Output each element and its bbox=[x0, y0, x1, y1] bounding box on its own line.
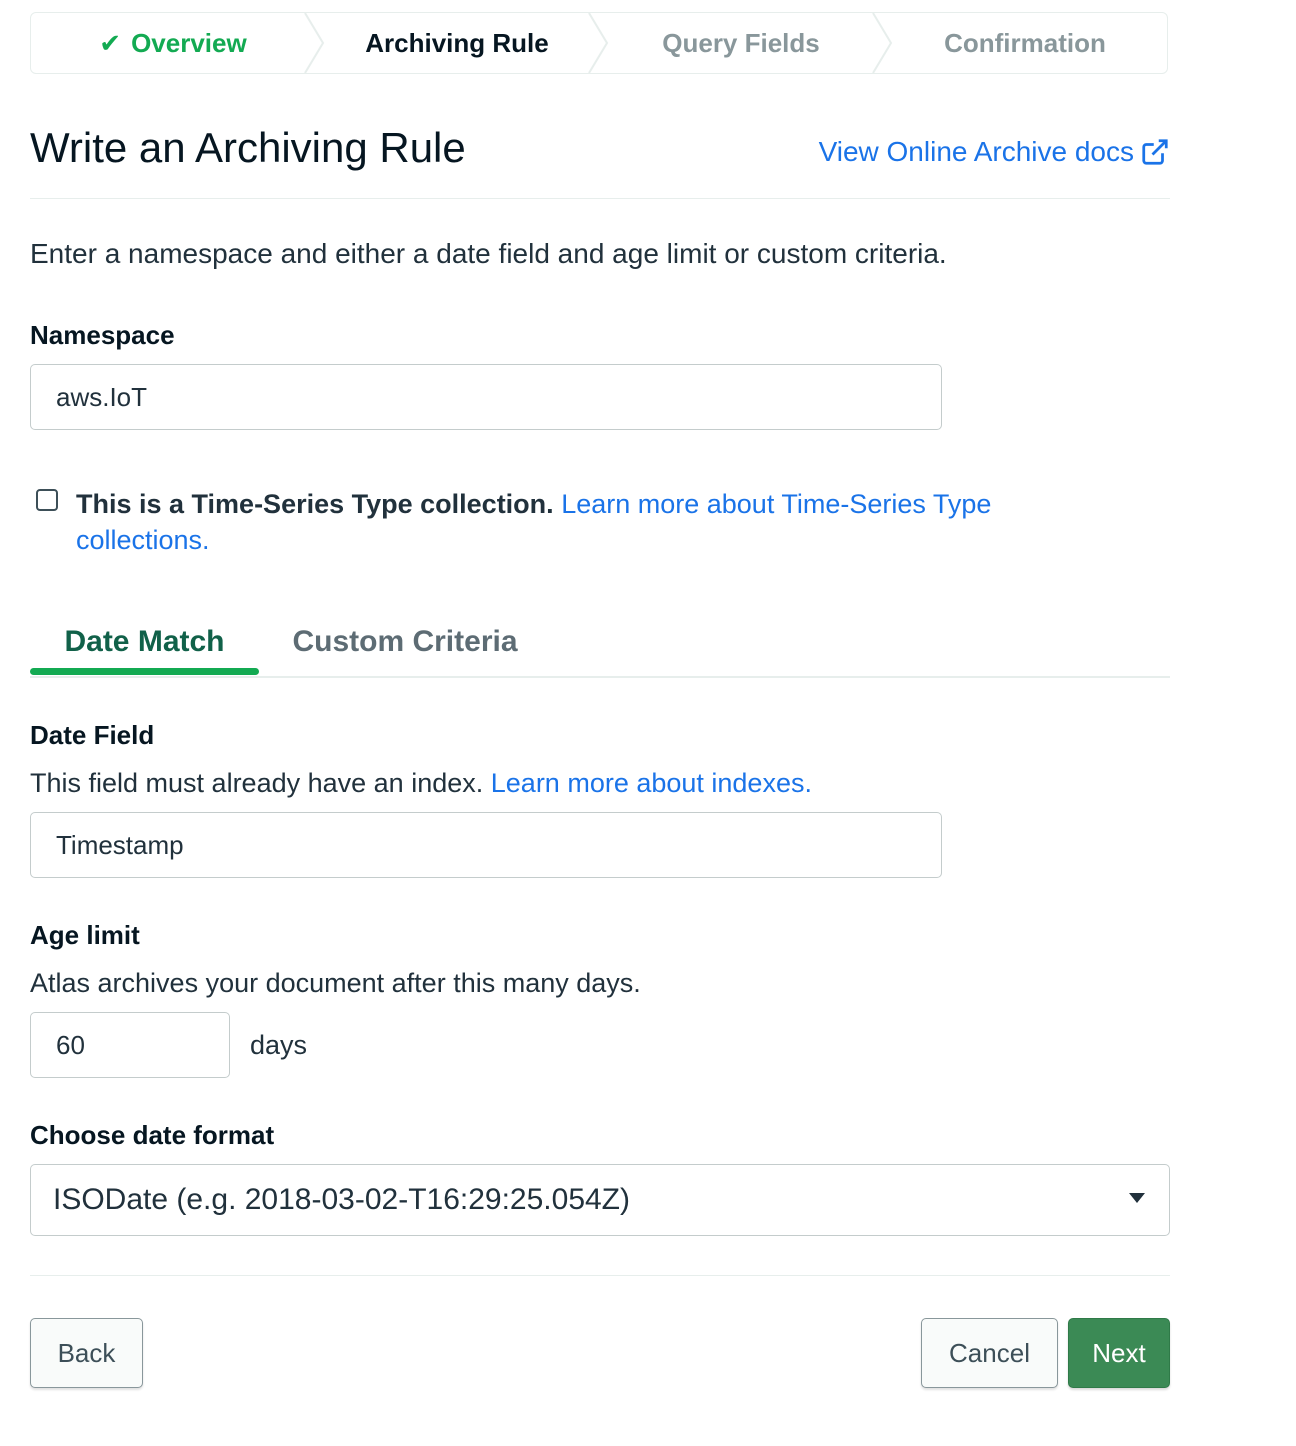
docs-link-label: View Online Archive docs bbox=[818, 136, 1134, 167]
back-button[interactable]: Back bbox=[30, 1318, 143, 1388]
page-title: Write an Archiving Rule bbox=[30, 124, 466, 171]
criteria-tabs: Date Match Custom Criteria bbox=[30, 610, 1170, 678]
page-header: Write an Archiving Rule View Online Arch… bbox=[30, 124, 1170, 184]
age-limit-input[interactable]: 60 bbox=[30, 1012, 230, 1078]
external-link-icon bbox=[1142, 139, 1168, 165]
step-chevron-divider bbox=[304, 13, 325, 73]
date-field-help: This field must already have an index. L… bbox=[30, 768, 812, 799]
header-divider bbox=[30, 198, 1170, 199]
step-label: Confirmation bbox=[944, 27, 1106, 58]
next-button[interactable]: Next bbox=[1068, 1318, 1170, 1388]
date-format-select[interactable]: ISODate (e.g. 2018-03-02-T16:29:25.054Z) bbox=[30, 1164, 1170, 1236]
step-label: Archiving Rule bbox=[365, 27, 549, 58]
checkmark-icon: ✔ bbox=[99, 27, 122, 58]
timeseries-checkbox[interactable] bbox=[36, 489, 58, 511]
tabs-divider bbox=[30, 676, 1170, 678]
date-format-label: Choose date format bbox=[30, 1120, 275, 1150]
namespace-label: Namespace bbox=[30, 320, 175, 350]
date-field-help-text: This field must already have an index. bbox=[30, 768, 484, 798]
age-limit-help: Atlas archives your document after this … bbox=[30, 968, 641, 998]
step-chevron-divider bbox=[872, 13, 893, 73]
tab-custom-criteria[interactable]: Custom Criteria bbox=[290, 610, 520, 674]
timeseries-checkbox-text: This is a Time-Series Type collection. L… bbox=[76, 486, 1076, 558]
archiving-rule-form: ✔ Overview Archiving Rule Query Fields C… bbox=[30, 12, 1170, 1388]
active-tab-indicator bbox=[30, 668, 259, 675]
online-archive-docs-link[interactable]: View Online Archive docs bbox=[819, 136, 1170, 168]
step-overview[interactable]: ✔ Overview bbox=[31, 13, 315, 73]
date-format-selected: ISODate (e.g. 2018-03-02-T16:29:25.054Z) bbox=[53, 1183, 631, 1216]
namespace-input[interactable]: aws.IoT bbox=[30, 364, 942, 430]
step-archiving-rule[interactable]: Archiving Rule bbox=[315, 13, 599, 73]
wizard-stepper: ✔ Overview Archiving Rule Query Fields C… bbox=[30, 12, 1168, 74]
timeseries-checkbox-label[interactable]: This is a Time-Series Type collection. bbox=[76, 489, 554, 519]
cancel-button[interactable]: Cancel bbox=[921, 1318, 1058, 1388]
step-query-fields[interactable]: Query Fields bbox=[599, 13, 883, 73]
date-field-input[interactable]: Timestamp bbox=[30, 812, 942, 878]
caret-down-icon bbox=[1129, 1193, 1145, 1203]
age-limit-unit: days bbox=[250, 1030, 308, 1060]
indexes-learn-more-link[interactable]: Learn more about indexes. bbox=[491, 768, 812, 798]
intro-text: Enter a namespace and either a date fiel… bbox=[30, 238, 947, 269]
date-field-label: Date Field bbox=[30, 720, 155, 750]
tab-date-match[interactable]: Date Match bbox=[30, 610, 259, 674]
step-label: Query Fields bbox=[662, 27, 820, 58]
age-limit-label: Age limit bbox=[30, 920, 140, 950]
step-chevron-divider bbox=[588, 13, 609, 73]
step-confirmation[interactable]: Confirmation bbox=[883, 13, 1167, 73]
step-label: Overview bbox=[131, 27, 247, 58]
footer-divider bbox=[30, 1275, 1170, 1276]
